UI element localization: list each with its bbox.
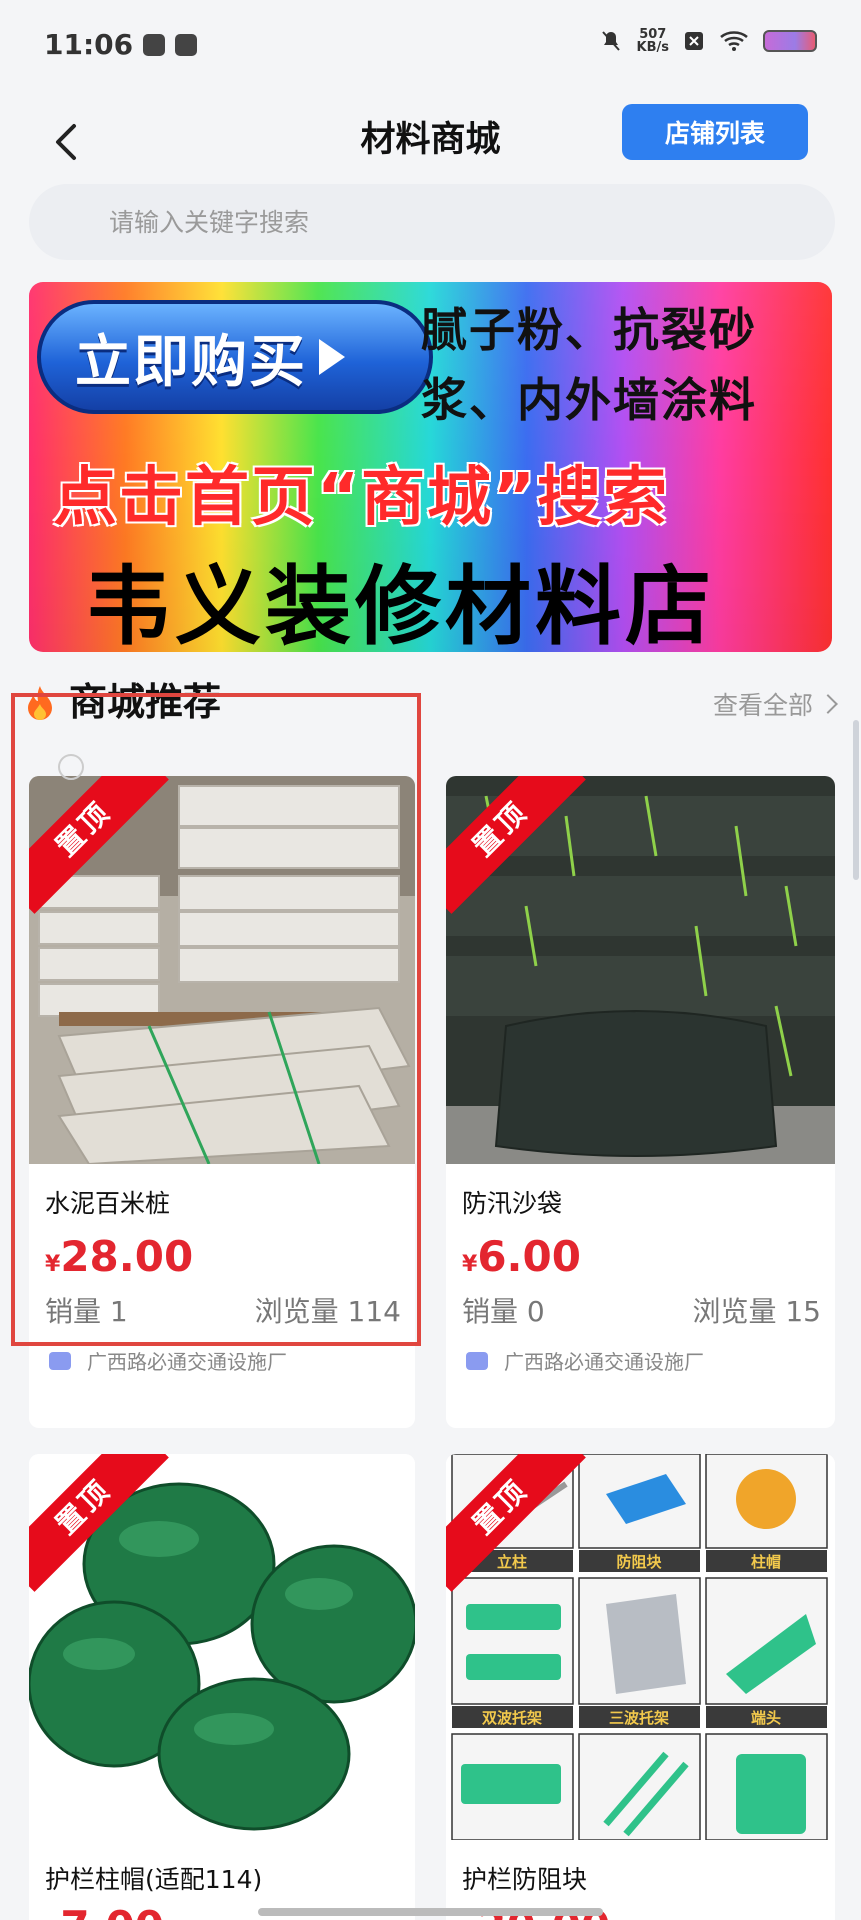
product-name: 护栏柱帽(适配114): [45, 1865, 263, 1894]
pin-ribbon: 置顶: [29, 776, 169, 916]
product-card[interactable]: 立柱 防阻块 柱帽 双波托架 三波托架 端头 置顶 护栏防阻块 ¥30.00: [446, 1454, 835, 1920]
promo-banner[interactable]: 立即购买 腻子粉、抗裂砂 浆、内外墙涂料 点击首页“商城”搜索 韦义装修材料店: [29, 282, 832, 652]
sim-off-icon: [685, 32, 703, 50]
grid-label: 柱帽: [751, 1553, 781, 1571]
product-name: 护栏防阻块: [462, 1865, 588, 1894]
shop-icon: [49, 1351, 71, 1370]
price-symbol: ¥: [462, 1252, 478, 1277]
banner-line-2: 浆、内外墙涂料: [421, 373, 757, 427]
banner-line-1: 腻子粉、抗裂砂: [421, 303, 757, 357]
status-indicators: 507 KB/s: [599, 28, 817, 54]
product-views: 浏览量 15: [692, 1295, 821, 1328]
pin-label: 置顶: [446, 1454, 586, 1592]
chevron-right-icon: [818, 694, 838, 714]
header: 材料商城 店铺列表: [0, 100, 861, 190]
product-sales: 销量 0: [462, 1295, 545, 1328]
product-shop[interactable]: 广西路必通交通设施厂: [466, 1346, 704, 1375]
product-card[interactable]: 置顶 护栏柱帽(适配114) ¥7.00: [29, 1454, 415, 1920]
status-time-group: 11:06: [44, 28, 198, 61]
battery-icon: [763, 30, 817, 52]
grid-label: 防阻块: [616, 1553, 662, 1571]
see-all-link[interactable]: 查看全部: [712, 686, 838, 722]
product-views: 浏览量 114: [254, 1295, 401, 1328]
shop-name: 广西路必通交通设施厂: [87, 1350, 287, 1374]
loading-circle-icon: [58, 754, 84, 780]
status-time: 11:06: [44, 28, 134, 61]
shop-icon: [466, 1351, 488, 1370]
search-input[interactable]: [109, 207, 749, 237]
pin-label: 置顶: [29, 776, 169, 914]
product-price: ¥7.00: [45, 1902, 164, 1920]
net-speed-unit: KB/s: [636, 40, 669, 55]
price-value: 7.00: [60, 1902, 164, 1920]
product-card[interactable]: 置顶 水泥百米桩 ¥28.00 销量 1 浏览量 114 广西路必通交通设施厂: [29, 776, 415, 1428]
banner-store-name: 韦义装修材料店: [85, 557, 715, 652]
section-title: 商城推荐: [69, 680, 222, 724]
pin-ribbon: 置顶: [29, 1454, 169, 1594]
price-symbol: ¥: [45, 1252, 61, 1277]
shop-name: 广西路必通交通设施厂: [504, 1350, 704, 1374]
price-value: 28.00: [60, 1232, 194, 1281]
net-speed: 507 KB/s: [637, 28, 669, 54]
buy-now-label: 立即购买: [75, 329, 307, 395]
mute-bell-icon: [601, 31, 620, 51]
pin-ribbon: 置顶: [446, 1454, 586, 1594]
section-header: 商城推荐 查看全部: [28, 672, 838, 732]
home-indicator[interactable]: [258, 1908, 603, 1916]
wifi-icon: [720, 31, 748, 51]
product-name: 水泥百米桩: [45, 1189, 171, 1218]
grid-label: 端头: [751, 1709, 781, 1727]
grid-label: 三波托架: [609, 1709, 669, 1727]
inbox-icon: [175, 33, 198, 56]
banner-line-3: 点击首页“商城”搜索: [53, 461, 670, 535]
scrollbar[interactable]: [853, 720, 859, 880]
product-sales: 销量 1: [45, 1295, 128, 1328]
buy-now-button[interactable]: 立即购买: [37, 300, 433, 414]
message-icon: [143, 33, 166, 56]
product-price: ¥28.00: [45, 1232, 193, 1281]
grid-label: 双波托架: [482, 1709, 542, 1727]
product-card[interactable]: 置顶 防汛沙袋 ¥6.00 销量 0 浏览量 15 广西路必通交通设施厂: [446, 776, 835, 1428]
product-price: ¥6.00: [462, 1232, 581, 1281]
status-bar: 11:06 507 KB/s: [0, 0, 861, 100]
fire-icon: [28, 686, 52, 720]
pin-label: 置顶: [446, 776, 586, 914]
search-bar[interactable]: [29, 184, 835, 260]
price-value: 6.00: [477, 1232, 581, 1281]
pin-label: 置顶: [29, 1454, 169, 1592]
pin-ribbon: 置顶: [446, 776, 586, 916]
product-name: 防汛沙袋: [462, 1189, 563, 1218]
product-shop[interactable]: 广西路必通交通设施厂: [49, 1346, 287, 1375]
store-list-button[interactable]: 店铺列表: [622, 104, 808, 160]
see-all-label: 查看全部: [712, 691, 813, 720]
play-arrow-icon: [319, 339, 345, 375]
